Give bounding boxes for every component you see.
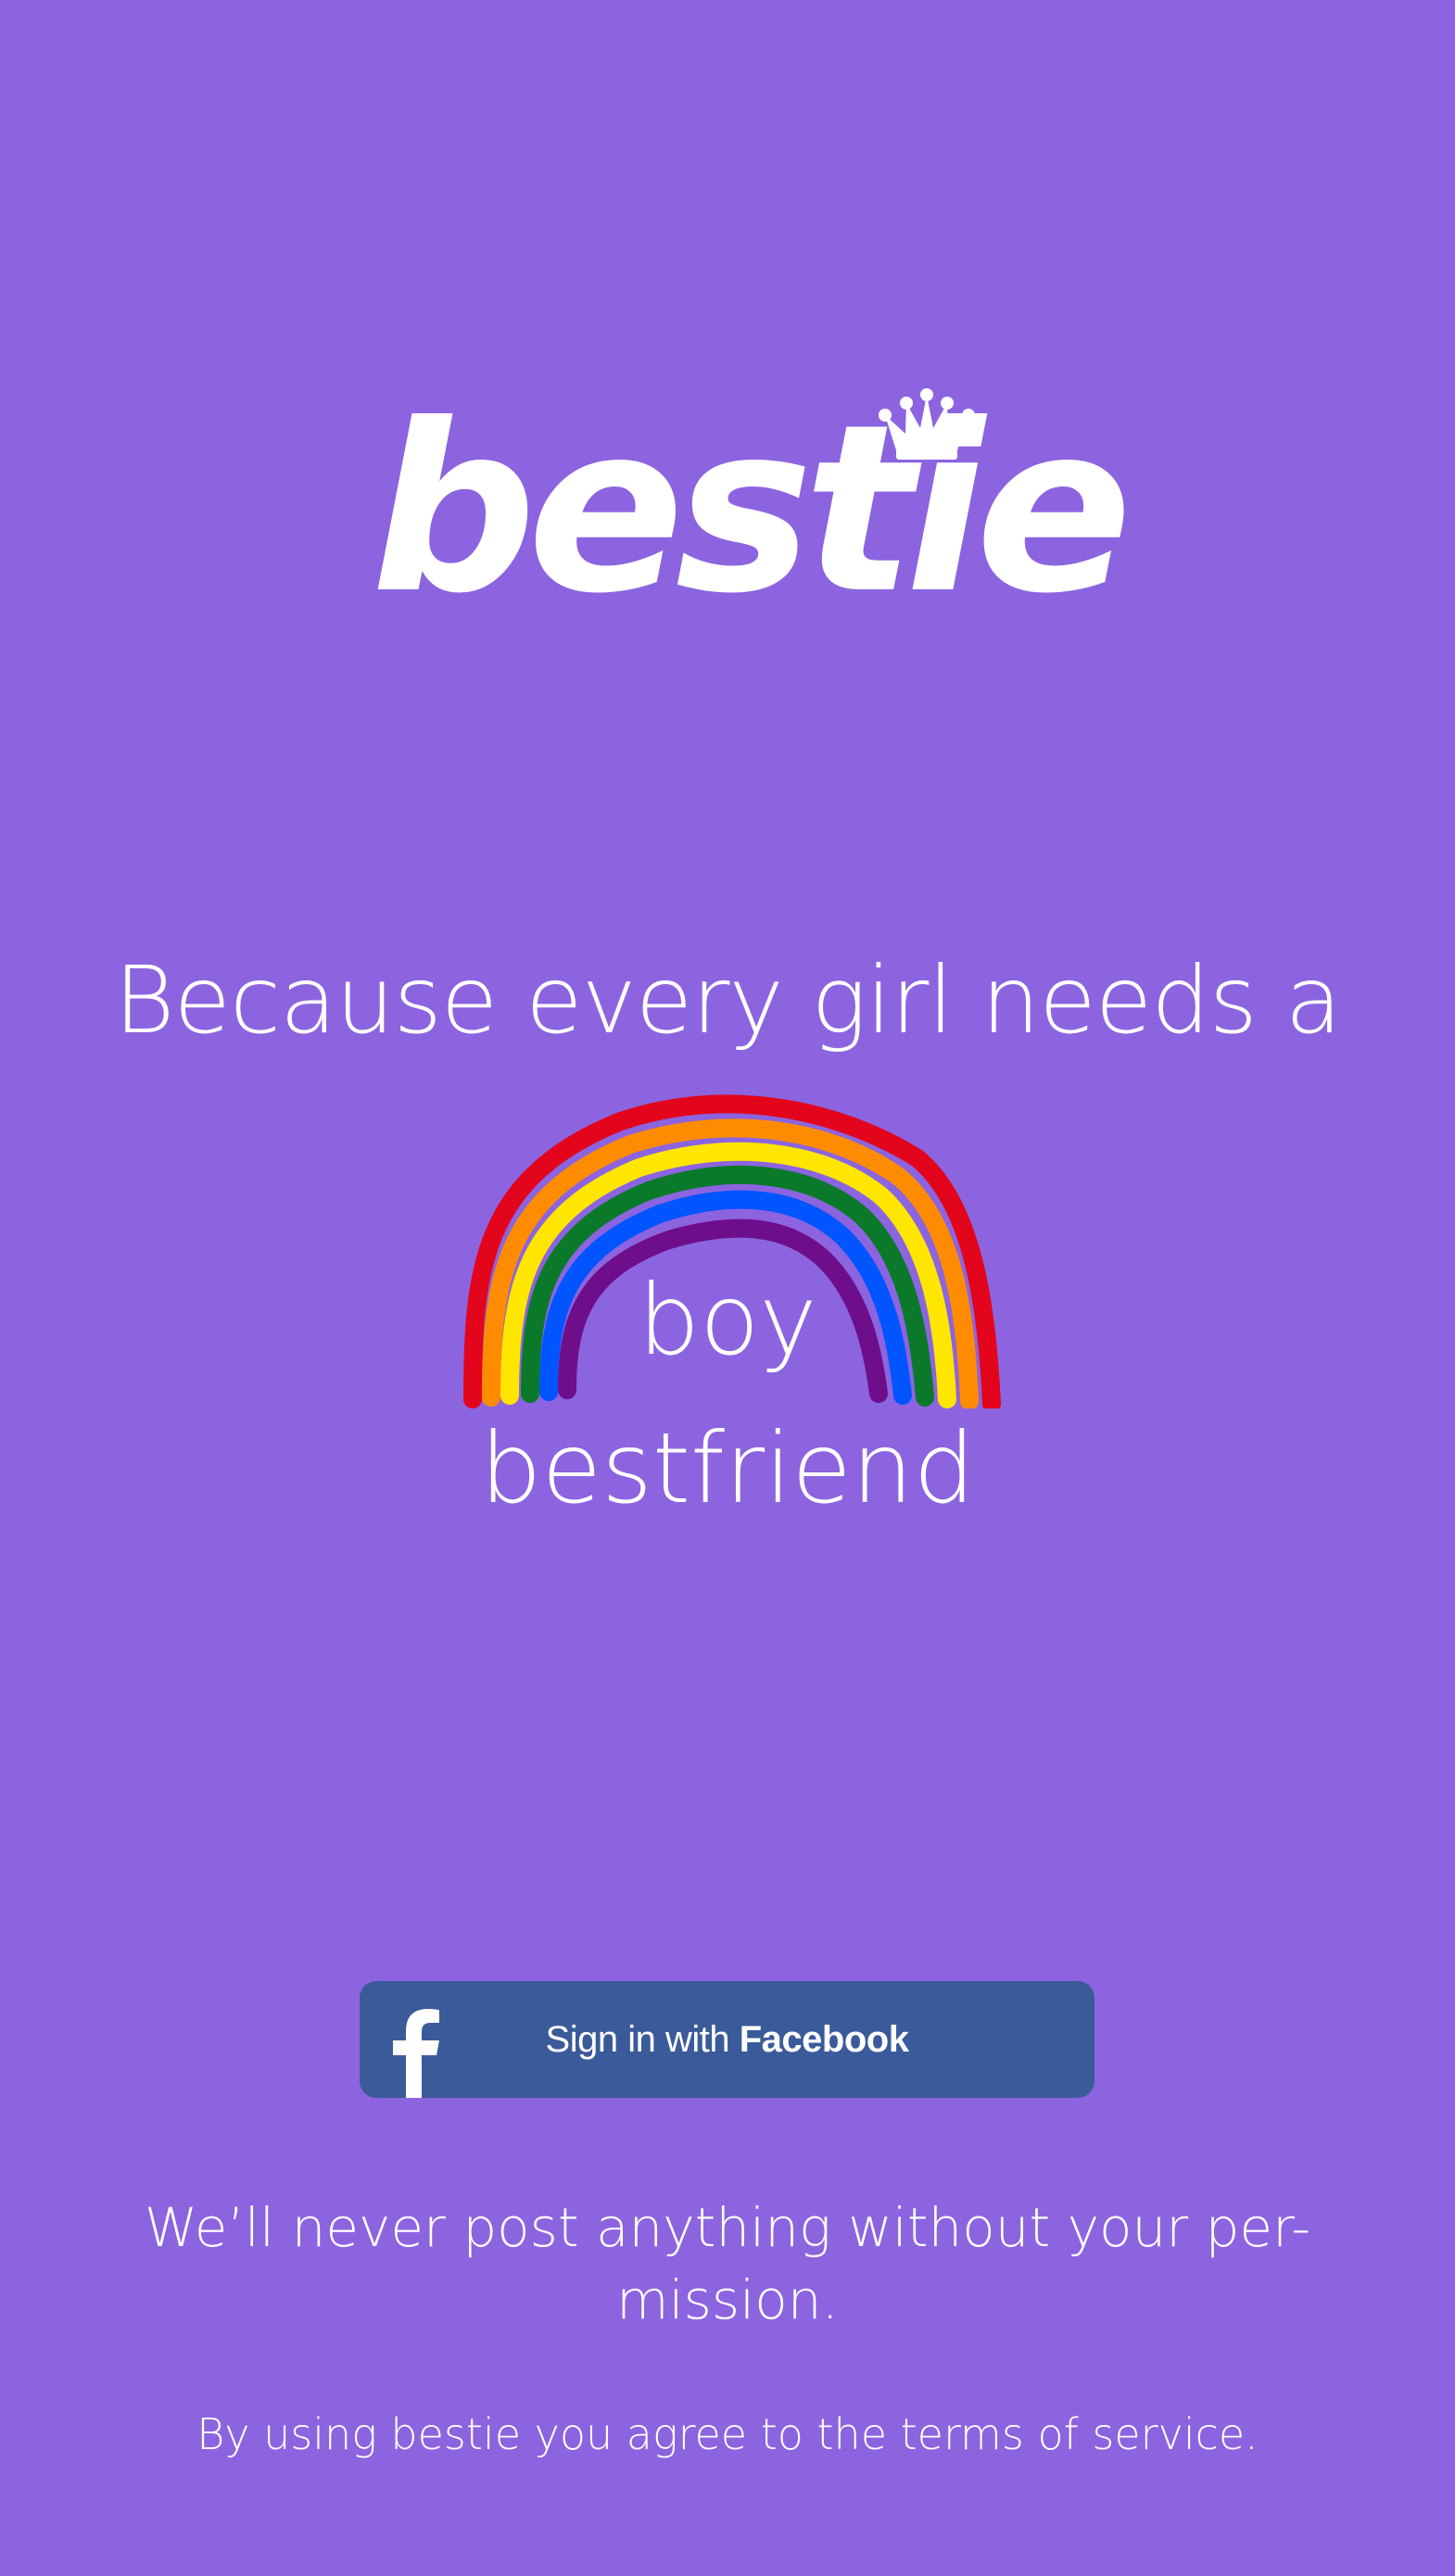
facebook-signin-button[interactable]: Sign in with Facebook: [360, 1981, 1094, 2098]
headline: Because every girl needs a: [114, 946, 1342, 1054]
signin-label-prefix: Sign in with: [545, 2019, 740, 2060]
signin-label-brand: Facebook: [739, 2019, 909, 2060]
logo-wordmark: bestie: [371, 374, 1132, 644]
app-logo: bestie: [0, 371, 1455, 649]
terms-of-service-note: By using bestie you agree to the terms o…: [196, 2409, 1259, 2459]
headline-word-bestfriend: bestfriend: [479, 1412, 976, 1525]
headline-word-boy: boy: [638, 1264, 817, 1377]
privacy-note-line-2: mission.: [616, 2268, 839, 2331]
welcome-screen: bestie Because every girl needs a boy be…: [0, 0, 1455, 2576]
crown-icon: [879, 388, 975, 460]
privacy-note: We’ll never post anything without your p…: [139, 2191, 1316, 2336]
privacy-note-line-1: We’ll never post anything without your p…: [144, 2196, 1311, 2259]
facebook-signin-label: Sign in with Facebook: [360, 1981, 1094, 2098]
